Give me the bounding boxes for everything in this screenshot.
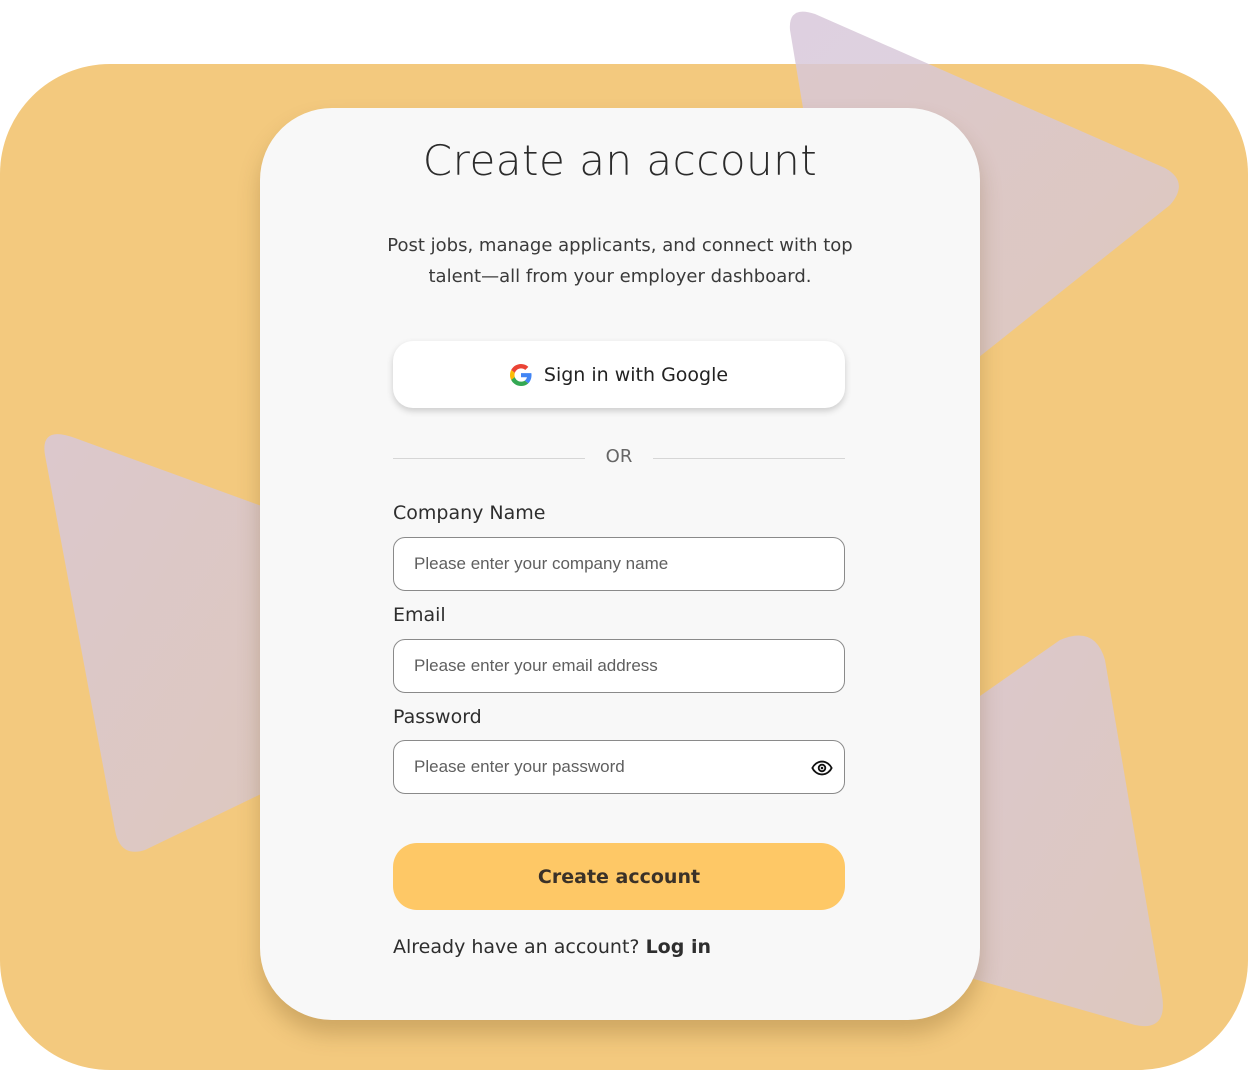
google-signin-label: Sign in with Google: [543, 363, 729, 386]
login-prompt-text: Already have an account?: [393, 936, 640, 958]
password-label: Password: [393, 706, 482, 728]
google-g-icon: [509, 363, 532, 386]
or-divider: OR: [393, 444, 845, 472]
email-label: Email: [393, 604, 446, 626]
divider-line-left: [393, 458, 585, 459]
company-name-field-box: [393, 537, 845, 591]
eye-icon: [811, 760, 833, 776]
email-input[interactable]: [394, 640, 844, 692]
divider-text: OR: [605, 446, 633, 467]
login-prompt: Already have an account? Log in: [393, 936, 711, 958]
show-password-toggle[interactable]: [808, 754, 836, 782]
divider-line-right: [653, 458, 845, 459]
company-name-input[interactable]: [394, 538, 844, 590]
password-input[interactable]: [394, 741, 844, 793]
login-link[interactable]: Log in: [646, 936, 711, 958]
page-subtitle: Post jobs, manage applicants, and connec…: [387, 235, 853, 287]
company-name-label: Company Name: [393, 502, 546, 524]
google-signin-button[interactable]: Sign in with Google: [393, 341, 845, 408]
signup-card: Create an account Post jobs, manage appl…: [260, 108, 980, 1020]
create-account-button[interactable]: Create account: [393, 843, 845, 910]
email-field-box: [393, 639, 845, 693]
password-field-box: [393, 740, 845, 794]
page-title: Create an account: [422, 136, 818, 185]
